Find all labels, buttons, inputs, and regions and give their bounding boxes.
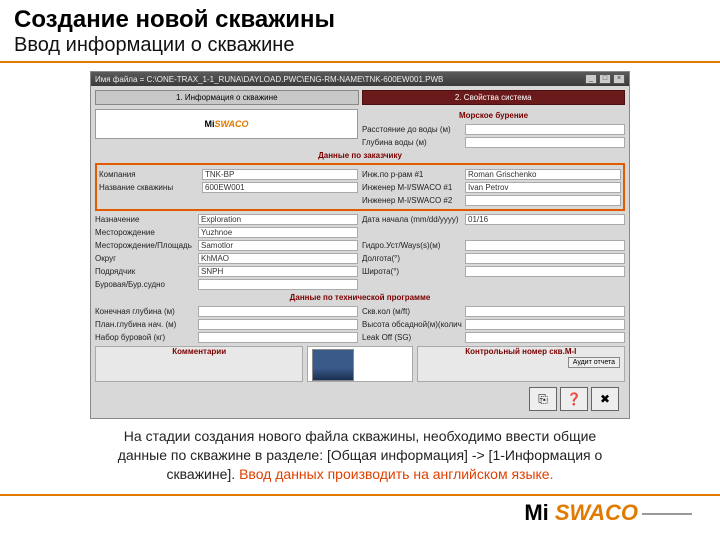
caption-line3a: скважине]. [167, 466, 240, 482]
label-longitude: Долгота(°) [362, 254, 462, 263]
input-waterdepth[interactable] [465, 137, 625, 148]
input-plandepth[interactable] [198, 319, 358, 330]
input-field[interactable]: Yuzhnoe [198, 227, 358, 238]
form-body: Mi SWACO Морское бурение Расстояние до в… [91, 105, 629, 418]
section-tech: Данные по технической программе [95, 291, 625, 304]
input-eng1[interactable]: Roman Grischenko [465, 169, 621, 180]
label-startdate: Дата начала (mm/dd/yyyy) [362, 215, 462, 224]
input-wellcount[interactable] [465, 306, 625, 317]
tool-button-a[interactable]: ⎘ [529, 387, 557, 411]
footer-logo-mi: Mi [524, 500, 555, 525]
image-thumbnail[interactable] [312, 349, 354, 381]
input-longitude[interactable] [465, 253, 625, 264]
label-plandepth: План.глубина нач. (м) [95, 320, 195, 329]
input-district[interactable]: KhMAO [198, 253, 358, 264]
label-rigtype: Буровая/Бур.судно [95, 280, 195, 289]
highlight-box: КомпанияTNK-BP Название скважины600EW001… [95, 163, 625, 211]
input-startdate[interactable]: 01/16 [465, 214, 625, 225]
section-offshore: Морское бурение [362, 109, 625, 122]
label-company: Компания [99, 170, 199, 179]
input-company[interactable]: TNK-BP [202, 169, 358, 180]
label-latitude: Широта(°) [362, 267, 462, 276]
label-field: Месторождение [95, 228, 195, 237]
comment-row: Комментарии Контрольный номер скв.M-I Ау… [95, 344, 625, 384]
caption-line1: На стадии создания нового файла скважины… [124, 428, 596, 444]
input-purpose[interactable]: Exploration [198, 214, 358, 225]
input-fieldpad[interactable]: Samotlor [198, 240, 358, 251]
tab-well-info[interactable]: 1. Информация о скважине [95, 90, 359, 105]
control-head: Контрольный номер скв.M-I [418, 347, 624, 356]
toolbar-row: ⎘ ❓ ✖ [95, 384, 625, 414]
minimize-button[interactable]: _ [585, 74, 597, 84]
input-drillmethod[interactable] [198, 332, 358, 343]
comments-head: Комментарии [96, 347, 302, 356]
label-wellcount: Скв.кол (м/ft) [362, 307, 462, 316]
slide-title: Создание новой скважины [0, 0, 720, 34]
slide-subtitle: Ввод информации о скважине [0, 34, 720, 61]
label-wellhead: Гидро.Уст/Ways(s)(м) [362, 241, 462, 250]
footer-logo-swaco: SWACO [555, 500, 638, 525]
input-leak[interactable] [465, 332, 625, 343]
screenshot-container: Имя файла = C:\ONE-TRAX_1-1_RUNA\DAYLOAD… [0, 71, 720, 419]
label-contractor: Подрядчик [95, 267, 195, 276]
label-waterdist: Расстояние до воды (м) [362, 125, 462, 134]
comments-panel: Комментарии [95, 346, 303, 382]
window-title: Имя файла = C:\ONE-TRAX_1-1_RUNA\DAYLOAD… [95, 75, 585, 84]
tab-system-props[interactable]: 2. Свойства система [362, 90, 626, 105]
label-district: Округ [95, 254, 195, 263]
app-window: Имя файла = C:\ONE-TRAX_1-1_RUNA\DAYLOAD… [90, 71, 630, 419]
maximize-button[interactable]: □ [599, 74, 611, 84]
label-wellname: Название скважины [99, 183, 199, 192]
label-eng2: Инженер M-I/SWACO #1 [362, 183, 462, 192]
footer-divider [0, 494, 720, 496]
input-contractor[interactable]: SNPH [198, 266, 358, 277]
input-waterdist[interactable] [465, 124, 625, 135]
input-enddepth[interactable] [198, 306, 358, 317]
caption-line3b: Ввод данных производить на английском яз… [239, 466, 553, 482]
footer-rule-icon [642, 513, 692, 515]
title-divider [0, 61, 720, 63]
input-wellhead[interactable] [465, 240, 625, 251]
close-button[interactable]: × [613, 74, 625, 84]
tool-button-c[interactable]: ✖ [591, 387, 619, 411]
image-panel [307, 346, 412, 382]
caption: На стадии создания нового файла скважины… [0, 419, 720, 488]
label-waterdepth: Глубина воды (м) [362, 138, 462, 147]
input-eng3[interactable] [465, 195, 621, 206]
input-latitude[interactable] [465, 266, 625, 277]
logo-box: Mi SWACO [95, 109, 358, 139]
titlebar: Имя файла = C:\ONE-TRAX_1-1_RUNA\DAYLOAD… [91, 72, 629, 86]
tool-button-b[interactable]: ❓ [560, 387, 588, 411]
control-panel: Контрольный номер скв.M-I Аудит отчета [417, 346, 625, 382]
input-eng2[interactable]: Ivan Petrov [465, 182, 621, 193]
audit-button[interactable]: Аудит отчета [568, 357, 620, 368]
label-leak: Leak Off (SG) [362, 333, 462, 342]
label-eng1: Инж.по р-рам #1 [362, 170, 462, 179]
section-customer: Данные по заказчику [95, 149, 625, 162]
input-rigtype[interactable] [198, 279, 358, 290]
label-eng3: Инженер M-I/SWACO #2 [362, 196, 462, 205]
logo-mi: Mi [204, 119, 214, 129]
input-casing[interactable] [465, 319, 625, 330]
window-buttons: _ □ × [585, 74, 625, 84]
logo-swaco: SWACO [214, 119, 248, 129]
label-drillmethod: Набор буровой (кг) [95, 333, 195, 342]
caption-line2: данные по скважине в разделе: [Общая инф… [118, 447, 603, 463]
label-fieldpad: Месторождение/Площадь [95, 241, 195, 250]
label-casing: Высота обсадной(м)(колич.) [362, 320, 462, 329]
footer-logo: Mi SWACO [0, 498, 720, 530]
input-wellname[interactable]: 600EW001 [202, 182, 358, 193]
label-purpose: Назначение [95, 215, 195, 224]
label-enddepth: Конечная глубина (м) [95, 307, 195, 316]
tab-row: 1. Информация о скважине 2. Свойства сис… [91, 86, 629, 105]
